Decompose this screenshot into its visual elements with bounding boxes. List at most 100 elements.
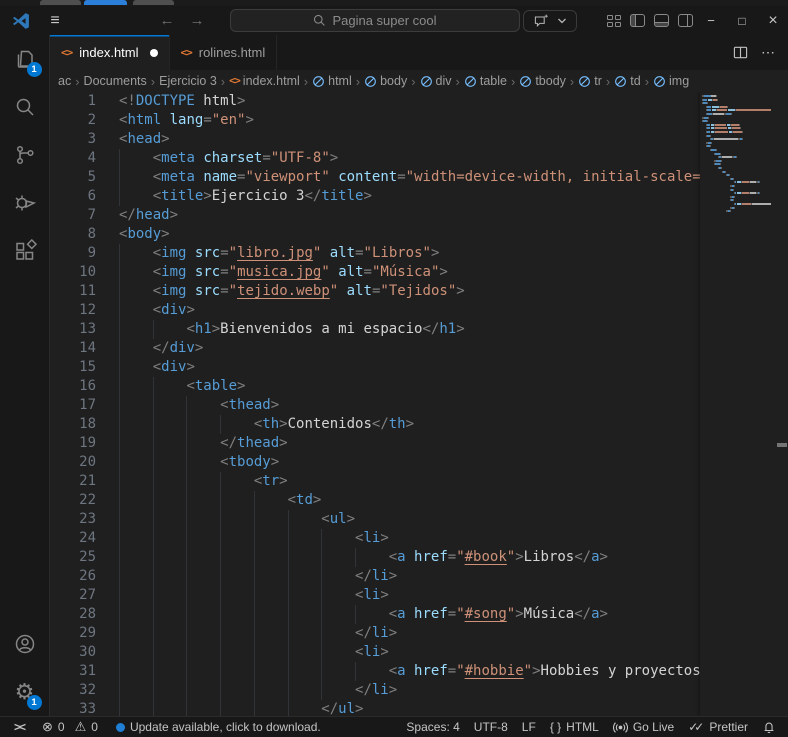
code-line-text[interactable]: <img src="libro.jpg" alt="Libros"> (119, 244, 439, 263)
breadcrumb-item-index.html[interactable]: <> index.html (229, 74, 300, 88)
code-line[interactable]: 25 <a href="#book">Libros</a> (50, 548, 700, 567)
menu-icon[interactable]: ≡ (44, 6, 66, 35)
breadcrumb-item-table[interactable]: table (464, 74, 507, 88)
statusbar-language-mode[interactable]: { } HTML (550, 720, 599, 734)
breadcrumb-item-ac[interactable]: ac (58, 74, 71, 88)
statusbar-remote-indicator[interactable]: >< (14, 720, 26, 734)
code-line-text[interactable]: </div> (119, 339, 203, 358)
code-line[interactable]: 26 </li> (50, 567, 700, 586)
code-line-text[interactable]: <!DOCTYPE html> (119, 92, 245, 111)
breadcrumb-item-html[interactable]: html (312, 74, 352, 88)
activity-source-control-icon[interactable] (0, 131, 50, 179)
modified-dot-icon[interactable] (149, 48, 158, 57)
navigate-forward-icon[interactable]: → (186, 6, 208, 35)
code-line-text[interactable]: </li> (119, 624, 397, 643)
toggle-secondary-sidebar-icon[interactable] (678, 14, 693, 27)
split-editor-icon[interactable] (733, 45, 748, 60)
code-line[interactable]: 21 <tr> (50, 472, 700, 491)
code-line-text[interactable]: <html lang="en"> (119, 111, 254, 130)
statusbar-encoding[interactable]: UTF-8 (474, 720, 508, 734)
code-line[interactable]: 19 </thead> (50, 434, 700, 453)
code-line-text[interactable]: </head> (119, 206, 178, 225)
code-line[interactable]: 31 <a href="#hobbie">Hobbies y proyectos (50, 662, 700, 681)
code-line[interactable]: 1 <!DOCTYPE html> (50, 92, 700, 111)
code-line-text[interactable]: <title>Ejercicio 3</title> (119, 187, 372, 206)
code-line-text[interactable]: <li> (119, 586, 389, 605)
code-line-text[interactable]: <div> (119, 358, 195, 377)
code-line-text[interactable]: <ul> (119, 510, 355, 529)
code-line[interactable]: 11 <img src="tejido.webp" alt="Tejidos"> (50, 282, 700, 301)
code-line[interactable]: 29 </li> (50, 624, 700, 643)
code-line[interactable]: 28 <a href="#song">Música</a> (50, 605, 700, 624)
code-line-text[interactable]: <td> (119, 491, 321, 510)
code-line[interactable]: 15 <div> (50, 358, 700, 377)
code-line[interactable]: 13 <h1>Bienvenidos a mi espacio</h1> (50, 320, 700, 339)
statusbar-go-live[interactable]: Go Live (612, 720, 674, 734)
code-line[interactable]: 27 <li> (50, 586, 700, 605)
statusbar-eol-sequence[interactable]: LF (522, 720, 536, 734)
code-line-text[interactable]: <img src="tejido.webp" alt="Tejidos"> (119, 282, 465, 301)
toggle-panel-icon[interactable] (654, 14, 669, 27)
code-line-text[interactable]: <tr> (119, 472, 288, 491)
code-line[interactable]: 12 <div> (50, 301, 700, 320)
code-line-text[interactable]: <head> (119, 130, 170, 149)
code-line-text[interactable]: <img src="musica.jpg" alt="Música"> (119, 263, 448, 282)
code-line-text[interactable]: <li> (119, 529, 389, 548)
code-line-text[interactable]: <meta charset="UTF-8"> (119, 149, 338, 168)
code-line-text[interactable]: </li> (119, 681, 397, 700)
code-line-text[interactable]: <thead> (119, 396, 279, 415)
code-line[interactable]: 33 </ul> (50, 700, 700, 716)
code-line[interactable]: 8 <body> (50, 225, 700, 244)
code-line[interactable]: 22 <td> (50, 491, 700, 510)
breadcrumb-item-tbody[interactable]: tbody (519, 74, 566, 88)
code-editor[interactable]: 1 <!DOCTYPE html> 2 <html lang="en"> 3 <head>… (50, 92, 788, 716)
customize-layout-icon[interactable] (607, 14, 621, 27)
code-line[interactable]: 20 <tbody> (50, 453, 700, 472)
breadcrumb-item-img[interactable]: img (653, 74, 689, 88)
minimize-button[interactable]: − (704, 13, 718, 28)
code-line[interactable]: 4 <meta charset="UTF-8"> (50, 149, 700, 168)
code-line-text[interactable]: <body> (119, 225, 170, 244)
statusbar-update-notification[interactable]: Update available, click to download. (115, 720, 321, 734)
copilot-button[interactable] (523, 10, 577, 32)
activity-search-icon[interactable] (0, 83, 50, 131)
code-line[interactable]: 10 <img src="musica.jpg" alt="Música"> (50, 263, 700, 282)
code-line-text[interactable]: <meta name="viewport" content="width=dev… (119, 168, 700, 187)
tab-rolines.html[interactable]: <> rolines.html (169, 35, 278, 70)
statusbar-notifications[interactable] (762, 720, 776, 734)
code-line[interactable]: 6 <title>Ejercicio 3</title> (50, 187, 700, 206)
code-line-text[interactable]: <table> (119, 377, 245, 396)
code-line-text[interactable]: </ul> (119, 700, 363, 716)
code-line-text[interactable]: <a href="#book">Libros</a> (119, 548, 608, 567)
code-line-text[interactable]: <a href="#hobbie">Hobbies y proyectos (119, 662, 700, 681)
code-line[interactable]: 24 <li> (50, 529, 700, 548)
code-line[interactable]: 16 <table> (50, 377, 700, 396)
navigate-back-icon[interactable]: ← (156, 6, 178, 35)
command-center-search[interactable]: Pagina super cool (230, 9, 520, 32)
code-line-text[interactable]: </li> (119, 567, 397, 586)
activity-explorer-icon[interactable]: 1 (0, 35, 50, 83)
code-line[interactable]: 2 <html lang="en"> (50, 111, 700, 130)
breadcrumb-item-div[interactable]: div (420, 74, 452, 88)
activity-settings-icon[interactable]: ⚙ 1 (0, 668, 50, 716)
minimap[interactable] (700, 92, 776, 716)
statusbar-prettier[interactable]: ✓✓ Prettier (688, 720, 748, 734)
code-line-text[interactable]: <th>Contenidos</th> (119, 415, 414, 434)
activity-extensions-icon[interactable] (0, 227, 50, 275)
breadcrumb-item-Documents[interactable]: Documents (84, 74, 147, 88)
code-line[interactable]: 9 <img src="libro.jpg" alt="Libros"> (50, 244, 700, 263)
code-line[interactable]: 14 </div> (50, 339, 700, 358)
breadcrumb-item-Ejercicio 3[interactable]: Ejercicio 3 (159, 74, 217, 88)
more-actions-icon[interactable]: ⋯ (761, 44, 775, 61)
code-line[interactable]: 7 </head> (50, 206, 700, 225)
code-line[interactable]: 5 <meta name="viewport" content="width=d… (50, 168, 700, 187)
activity-accounts-icon[interactable] (0, 620, 50, 668)
tab-index.html[interactable]: <> index.html (50, 35, 170, 70)
code-line-text[interactable]: <li> (119, 643, 389, 662)
code-line-text[interactable]: <tbody> (119, 453, 279, 472)
toggle-primary-sidebar-icon[interactable] (630, 14, 645, 27)
code-line-text[interactable]: <h1>Bienvenidos a mi espacio</h1> (119, 320, 465, 339)
code-line-text[interactable]: <div> (119, 301, 195, 320)
activity-run-and-debug-icon[interactable] (0, 179, 50, 227)
code-line-text[interactable]: </thead> (119, 434, 288, 453)
